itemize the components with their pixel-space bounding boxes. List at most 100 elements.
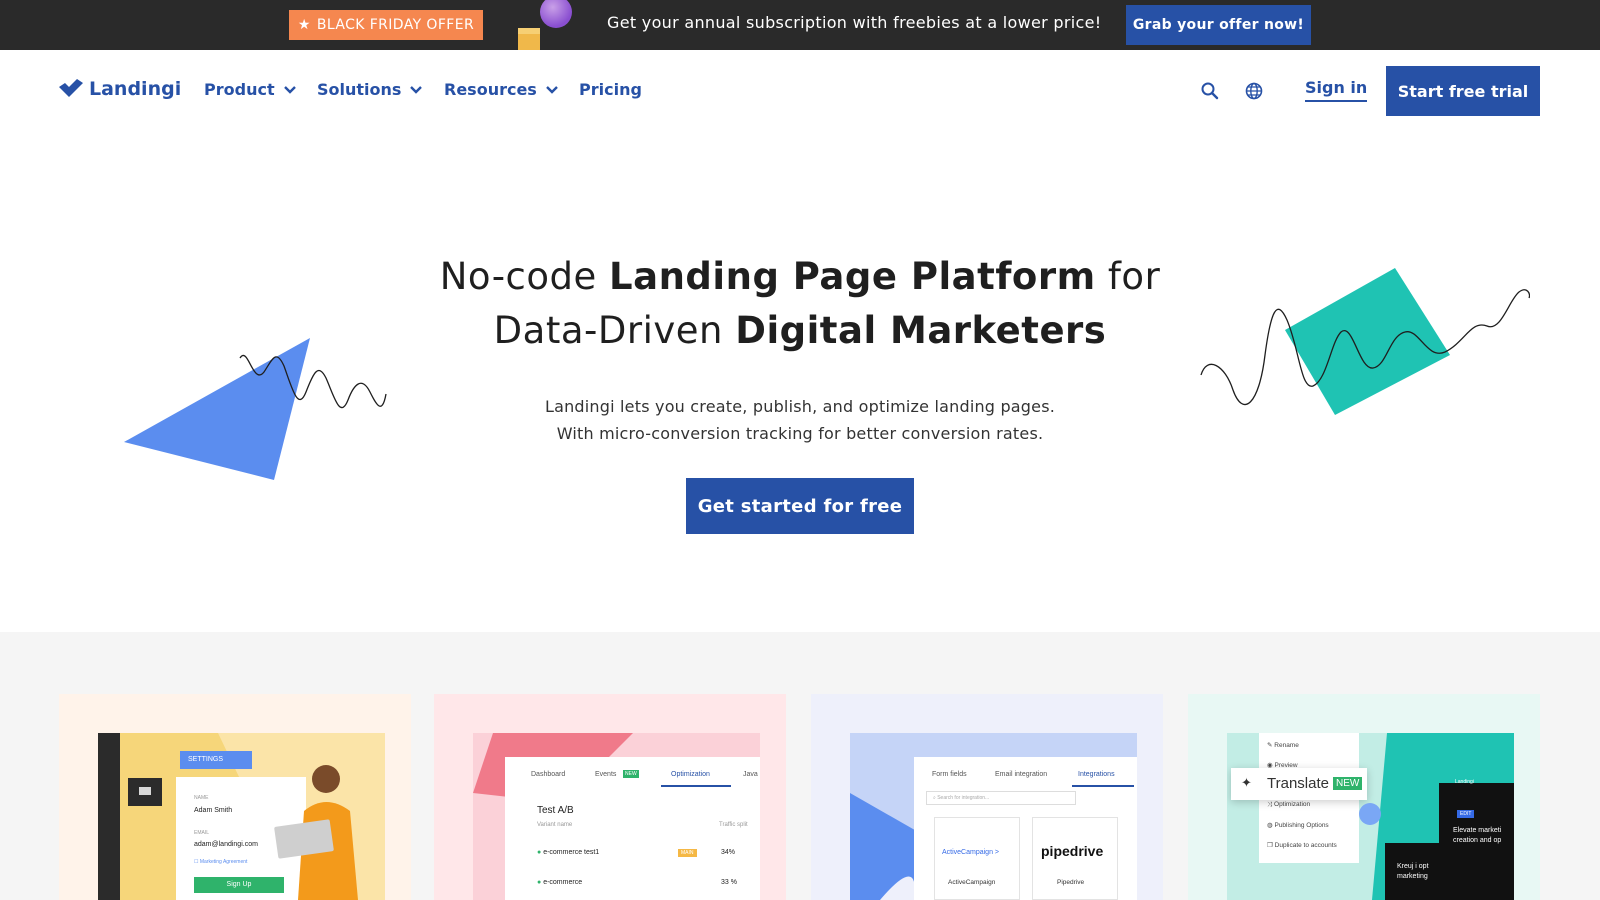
copy-icon: ❐ bbox=[1267, 842, 1273, 849]
pipedrive-logo: pipedrive bbox=[1041, 843, 1104, 859]
int-tab-email: Email integration bbox=[995, 771, 1048, 778]
int-active-tab-indicator bbox=[1072, 785, 1134, 787]
int-search-field: ⌕ Search for integration... bbox=[926, 791, 1076, 805]
feature-card-integrations[interactable]: Form fields Email integration Integratio… bbox=[811, 694, 1163, 900]
menu-duplicate: ❐ Duplicate to accounts bbox=[1267, 841, 1337, 849]
integrations-preview-image: Form fields Email integration Integratio… bbox=[850, 733, 1137, 900]
blue-triangle-squiggle-decoration bbox=[124, 338, 387, 480]
sparkle-icon: ✦ bbox=[1241, 775, 1252, 790]
promo-text: Get your annual subscription with freebi… bbox=[607, 13, 1102, 32]
translate-new-badge: NEW bbox=[1333, 777, 1363, 790]
ab-row-2-split: 33 % bbox=[721, 879, 737, 886]
site-header: Landingi Product Solutions Resources Pri… bbox=[0, 50, 1600, 130]
translate-label: Translate bbox=[1267, 775, 1329, 792]
chevron-down-icon bbox=[410, 85, 423, 94]
int-activecampaign-name: ActiveCampaign bbox=[948, 879, 996, 886]
gift-decoration-icon bbox=[518, 0, 572, 50]
hero-title: No-code Landing Page Platform for Data-D… bbox=[400, 250, 1200, 358]
feature-card-translate[interactable]: ✎ Rename ◉ Preview ⤨ Optimization ◍ Publ… bbox=[1188, 694, 1540, 900]
hero-subtitle-line-2: With micro-conversion tracking for bette… bbox=[556, 424, 1044, 443]
hero-title-bold-2: Digital Marketers bbox=[735, 309, 1107, 352]
ab-tab-java: Java bbox=[743, 771, 758, 778]
translate-text-2: creation and op bbox=[1453, 837, 1502, 844]
menu-optimization-label: Optimization bbox=[1274, 801, 1311, 808]
editor-agreement: ☐ Marketing Agreement bbox=[194, 859, 248, 865]
ab-row: ● e-commerce test1 bbox=[537, 849, 599, 856]
hero-title-pre: No-code bbox=[439, 255, 610, 298]
translate-preview-image: ✎ Rename ◉ Preview ⤨ Optimization ◍ Publ… bbox=[1227, 733, 1514, 900]
translate-text-4: marketing bbox=[1397, 873, 1428, 880]
promo-bar: ★ BLACK FRIDAY OFFER Get your annual sub… bbox=[0, 0, 1600, 50]
shuffle-icon: ⤨ bbox=[1267, 801, 1273, 808]
ab-main-badge: MAIN bbox=[678, 849, 697, 857]
feature-card-editor[interactable]: SETTINGS NAME Adam Smith EMAIL adam@land… bbox=[59, 694, 411, 900]
hero-subtitle: Landingi lets you create, publish, and o… bbox=[500, 393, 1100, 447]
editor-settings-chip: SETTINGS bbox=[180, 751, 252, 769]
hero-title-mid: for bbox=[1095, 255, 1161, 298]
menu-optimization: ⤨ Optimization bbox=[1267, 801, 1310, 809]
ab-row: ● e-commerce bbox=[537, 879, 582, 886]
translate-edit-chip: EDIT bbox=[1457, 810, 1475, 818]
search-icon[interactable] bbox=[1200, 81, 1220, 101]
black-friday-label: BLACK FRIDAY OFFER bbox=[316, 17, 475, 33]
globe-icon[interactable] bbox=[1244, 81, 1264, 101]
editor-name-value: Adam Smith bbox=[194, 807, 233, 814]
translate-brand-label: Landingi bbox=[1455, 779, 1474, 785]
ab-active-tab-indicator bbox=[661, 785, 731, 787]
person-with-laptop-illustration bbox=[274, 765, 358, 900]
globe-icon: ◍ bbox=[1267, 822, 1273, 829]
editor-signup-button: Sign Up bbox=[194, 877, 284, 893]
menu-publishing: ◍ Publishing Options bbox=[1267, 821, 1329, 829]
check-circle-icon: ● bbox=[537, 879, 542, 886]
nav-pricing[interactable]: Pricing bbox=[579, 80, 642, 99]
get-started-button[interactable]: Get started for free bbox=[686, 478, 914, 534]
menu-publishing-label: Publishing Options bbox=[1274, 822, 1329, 829]
black-friday-badge: ★ BLACK FRIDAY OFFER bbox=[289, 10, 483, 40]
editor-preview-image: SETTINGS NAME Adam Smith EMAIL adam@land… bbox=[98, 733, 385, 900]
landingi-logo-icon bbox=[59, 79, 83, 97]
sign-in-link[interactable]: Sign in bbox=[1305, 78, 1368, 102]
ab-row-2-name: e-commerce bbox=[543, 879, 583, 886]
hero-title-bold-1: Landing Page Platform bbox=[609, 255, 1096, 298]
activecampaign-logo: ActiveCampaign > bbox=[942, 849, 1000, 856]
int-tab-integrations: Integrations bbox=[1078, 771, 1115, 778]
chevron-down-icon bbox=[545, 85, 558, 94]
brand-name: Landingi bbox=[89, 78, 182, 100]
nav-solutions[interactable]: Solutions bbox=[317, 80, 423, 99]
nav-product[interactable]: Product bbox=[204, 80, 297, 99]
feature-card-ab-testing[interactable]: Dashboard Events NEW Optimization Java T… bbox=[434, 694, 786, 900]
int-activecampaign-tile bbox=[934, 817, 1020, 900]
ab-tab-optimization: Optimization bbox=[671, 771, 710, 778]
translate-text-3: Kreuj i opt bbox=[1397, 863, 1429, 870]
ab-row-1-name: e-commerce test1 bbox=[543, 849, 600, 856]
editor-email-value: adam@landingi.com bbox=[194, 841, 258, 848]
menu-rename: ✎ Rename bbox=[1267, 741, 1299, 749]
editor-name-label: NAME bbox=[194, 795, 209, 801]
nav-resources[interactable]: Resources bbox=[444, 80, 559, 99]
star-icon: ★ bbox=[297, 17, 311, 33]
menu-duplicate-label: Duplicate to accounts bbox=[1274, 842, 1337, 849]
cursor-highlight bbox=[1359, 803, 1381, 825]
hero-subtitle-line-1: Landingi lets you create, publish, and o… bbox=[544, 397, 1056, 416]
search-icon: ⌕ bbox=[933, 795, 936, 801]
landingi-logo[interactable]: Landingi bbox=[59, 78, 181, 100]
grab-offer-button[interactable]: Grab your offer now! bbox=[1126, 5, 1311, 45]
start-free-trial-button[interactable]: Start free trial bbox=[1386, 66, 1540, 116]
hero-title-line2-pre: Data-Driven bbox=[493, 309, 736, 352]
ab-testing-preview-image: Dashboard Events NEW Optimization Java T… bbox=[473, 733, 760, 900]
ab-events-new-badge: NEW bbox=[623, 770, 639, 778]
nav-resources-label: Resources bbox=[444, 80, 537, 99]
int-pipedrive-name: Pipedrive bbox=[1057, 879, 1085, 886]
ab-tab-dashboard: Dashboard bbox=[531, 771, 566, 778]
editor-agreement-label: Marketing Agreement bbox=[199, 859, 248, 865]
ab-tab-events: Events bbox=[595, 771, 617, 778]
menu-rename-label: Rename bbox=[1274, 742, 1299, 749]
nav-product-label: Product bbox=[204, 80, 275, 99]
edit-icon: ✎ bbox=[1267, 742, 1273, 749]
editor-email-label: EMAIL bbox=[194, 830, 210, 836]
nav-solutions-label: Solutions bbox=[317, 80, 402, 99]
ab-variant-col: Variant name bbox=[537, 822, 573, 828]
ab-row-1-split: 34% bbox=[721, 849, 736, 856]
chevron-down-icon bbox=[283, 85, 296, 94]
nav-pricing-label: Pricing bbox=[579, 80, 642, 99]
